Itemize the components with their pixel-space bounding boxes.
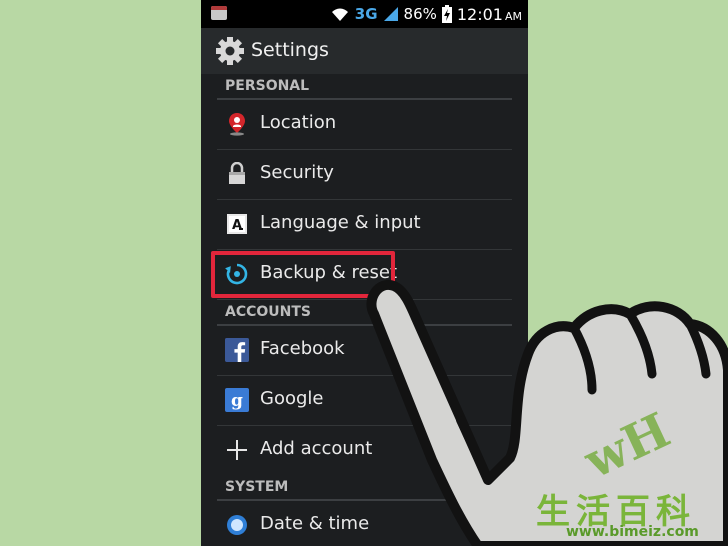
clock-globe-icon (225, 513, 249, 537)
settings-item-label: Security (260, 162, 334, 183)
clock-ampm: AM (504, 9, 522, 23)
wifi-icon (330, 6, 350, 22)
gear-icon[interactable] (215, 36, 245, 70)
settings-item-label: Facebook (260, 338, 345, 359)
settings-item-label: Date & time (260, 513, 370, 534)
svg-text:g: g (231, 391, 243, 411)
settings-item-label: Add account (260, 438, 373, 459)
watermark: 生活百科 www.bimeiz.com (528, 480, 728, 546)
battery-icon (441, 5, 452, 23)
settings-item-label: Location (260, 112, 337, 133)
action-bar: Settings (201, 28, 528, 74)
plus-icon (225, 438, 249, 462)
location-pin-icon (225, 112, 249, 136)
clock-time: 12:01 (456, 4, 503, 24)
google-icon: g (225, 388, 249, 412)
settings-item-label: Google (260, 388, 324, 409)
clock: 12:01 AM (457, 5, 522, 24)
settings-item-language[interactable]: A Language & input (217, 200, 512, 250)
page-title: Settings (251, 39, 329, 61)
watermark-url: www.bimeiz.com (566, 524, 699, 540)
facebook-icon (225, 338, 249, 362)
keyboard-a-icon: A (225, 212, 249, 236)
settings-item-label: Language & input (260, 212, 421, 233)
settings-item-security[interactable]: Security (217, 150, 512, 200)
network-type: 3G (354, 5, 378, 23)
settings-item-location[interactable]: Location (217, 100, 512, 150)
lock-icon (225, 162, 249, 186)
svg-text:A: A (232, 218, 242, 233)
battery-percent: 86% (403, 5, 437, 23)
status-bar: 3G 86% 12:01 AM (201, 0, 528, 28)
section-header-personal: PERSONAL (217, 74, 512, 100)
calendar-notification-icon (211, 6, 227, 20)
signal-icon (383, 6, 399, 22)
